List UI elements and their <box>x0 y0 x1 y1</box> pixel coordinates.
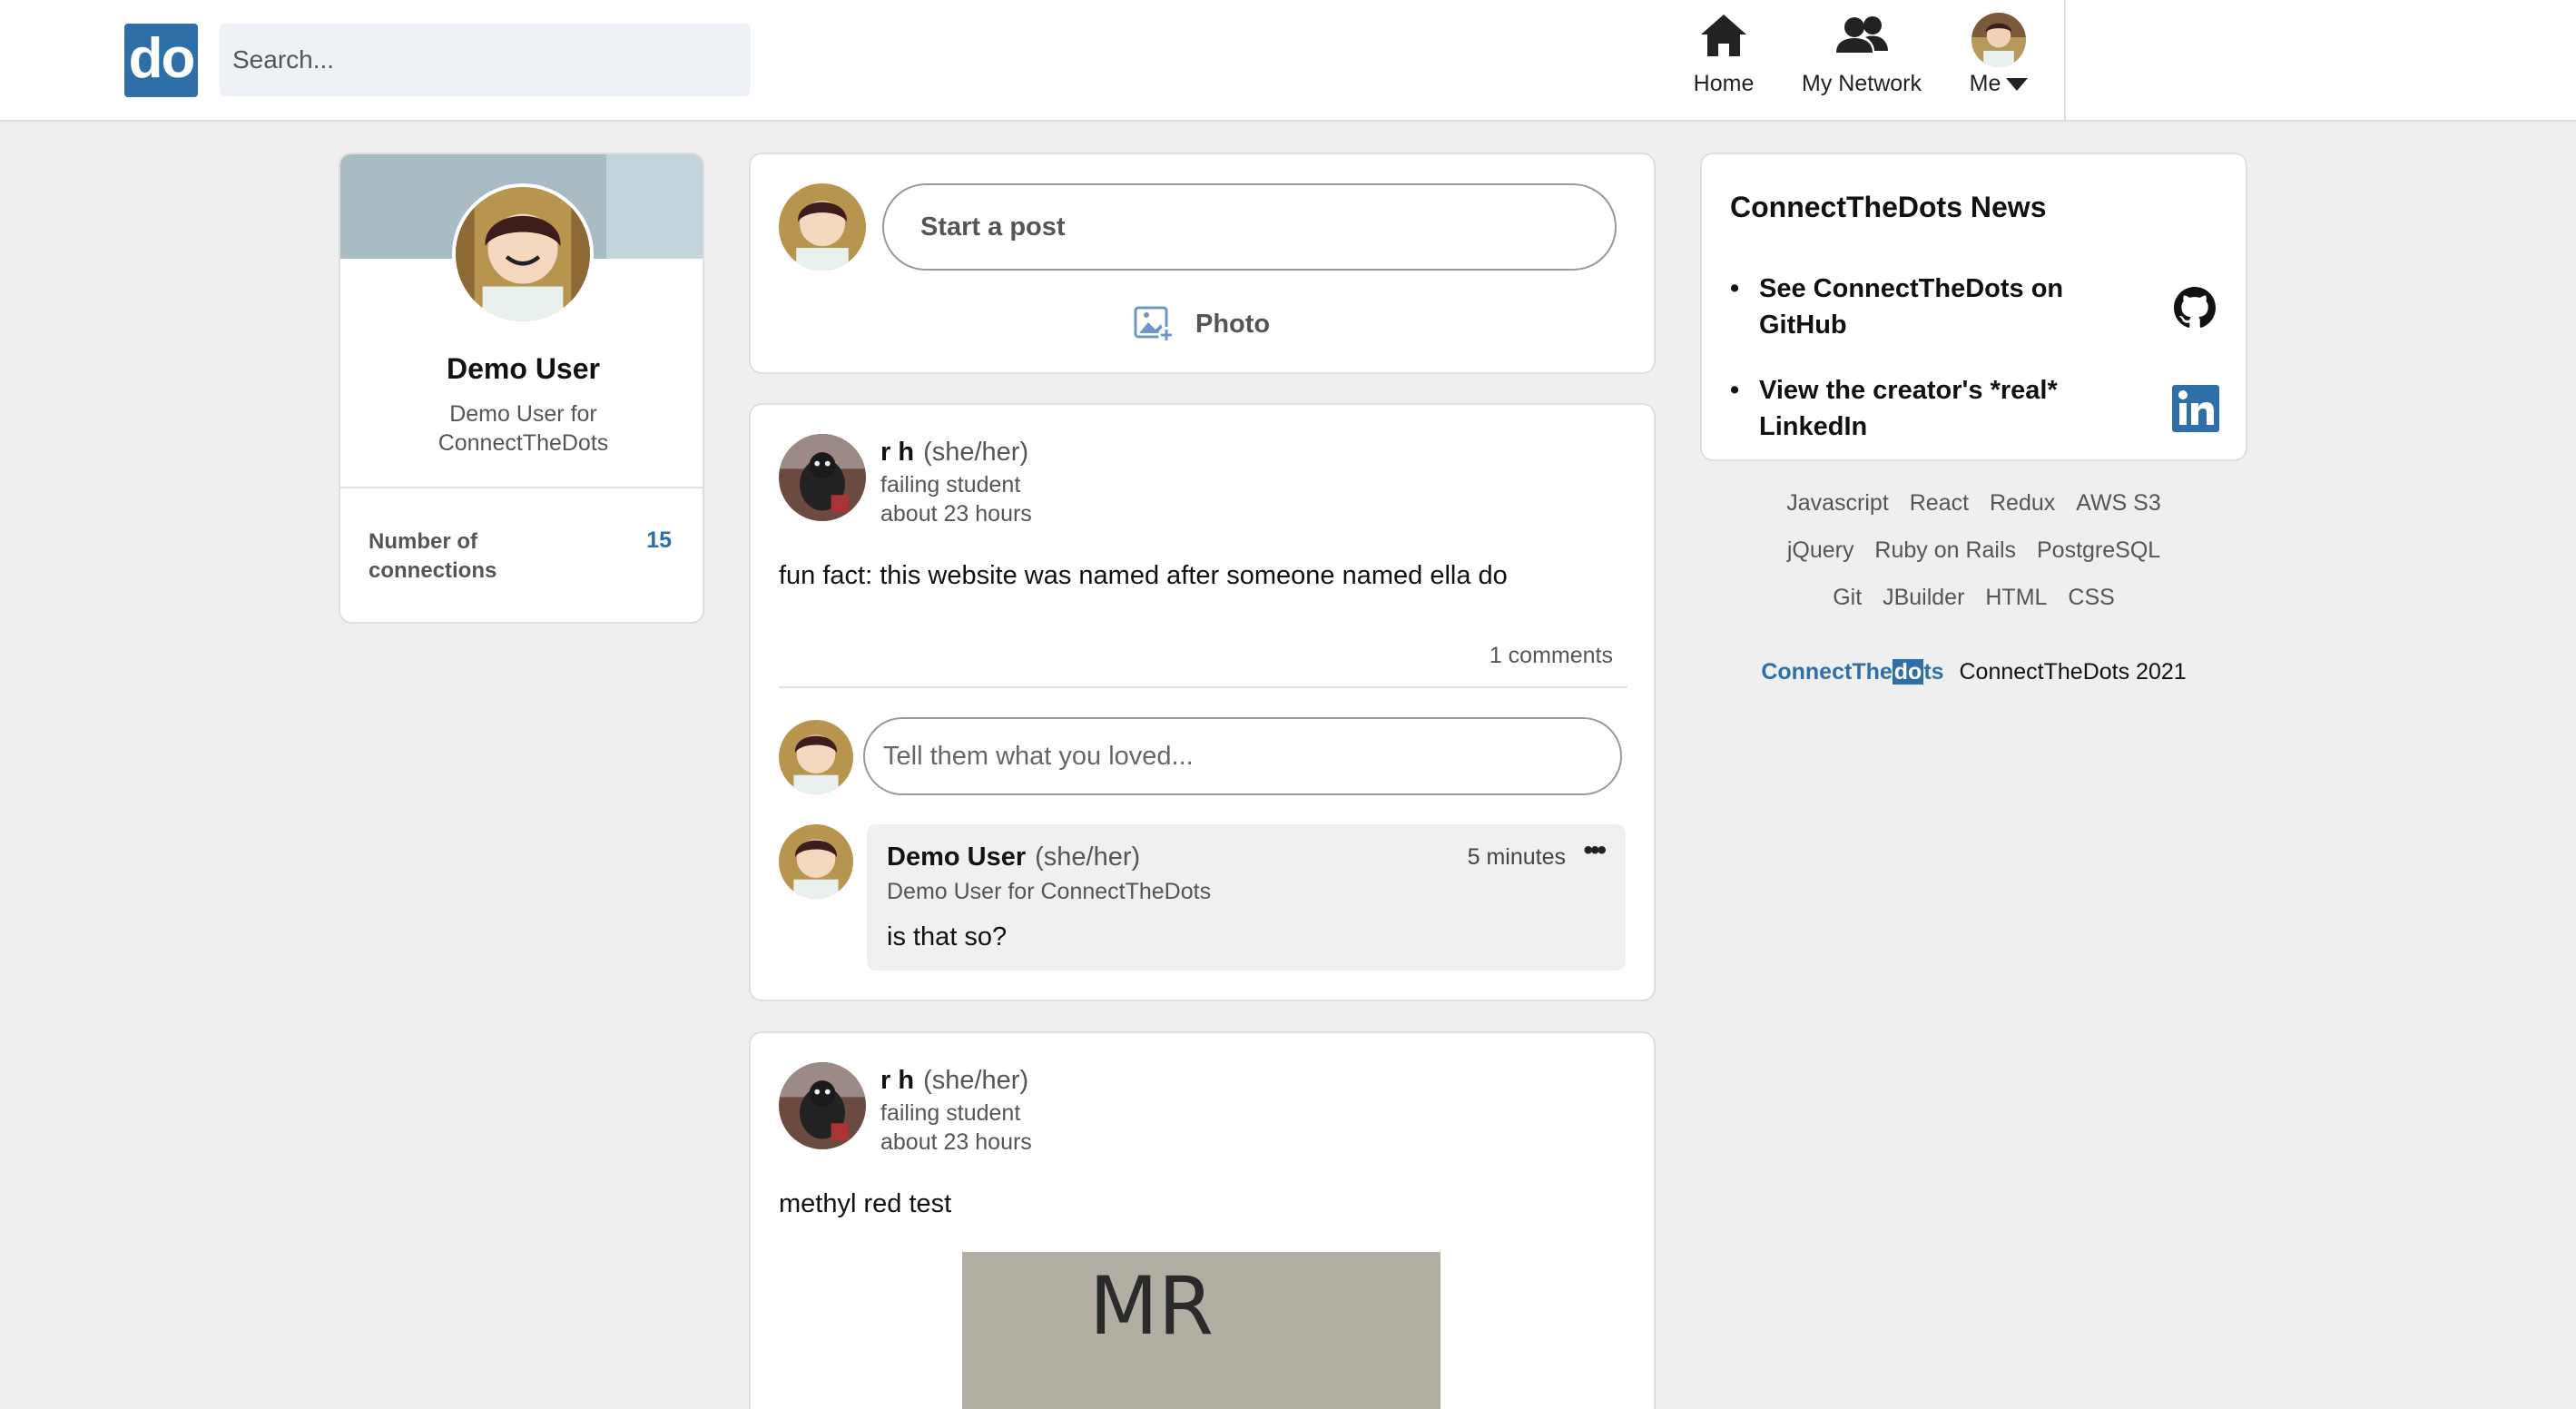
divider <box>779 686 1627 688</box>
post-card: r h (she/her) failing student about 23 ho… <box>749 1031 1656 1409</box>
tech-tag: CSS <box>2068 585 2115 610</box>
author-pronouns: (she/her) <box>923 1066 1029 1095</box>
post-body: methyl red test <box>779 1189 952 1218</box>
connections-count[interactable]: 15 <box>646 527 672 554</box>
post-time: about 23 hours <box>880 1129 1032 1155</box>
comment-input[interactable] <box>863 717 1622 795</box>
footer: ConnectThedots ConnectTheDots 2021 <box>1700 659 2247 685</box>
comment-time: 5 minutes <box>1467 844 1566 870</box>
commenter-name[interactable]: Demo User (she/her) <box>887 842 1140 872</box>
comment-bubble: Demo User (she/her) Demo User for Connect… <box>867 824 1626 971</box>
tech-tag: AWS S3 <box>2076 490 2161 516</box>
profile-avatar[interactable] <box>452 183 594 325</box>
tech-tag: React <box>1909 490 1970 516</box>
author-name[interactable]: r h (she/her) <box>880 1066 1028 1096</box>
search-input[interactable] <box>220 24 751 96</box>
commenter-avatar[interactable] <box>779 824 853 899</box>
news-link-github[interactable]: See ConnectTheDots on GitHub <box>1730 271 2111 343</box>
profile-card: Demo User Demo User for ConnectTheDots N… <box>339 153 704 624</box>
nav-me-label: Me <box>1969 71 2001 96</box>
divider <box>340 487 703 488</box>
comments-count[interactable]: 1 comments <box>1490 643 1613 669</box>
linkedin-icon[interactable] <box>2172 385 2219 437</box>
nav-me-dropdown[interactable]: Me <box>1962 13 2035 109</box>
more-options-icon[interactable]: ••• <box>1583 835 1606 866</box>
author-avatar[interactable] <box>779 1062 866 1149</box>
caret-down-icon <box>2006 78 2029 92</box>
comment-text: is that so? <box>887 922 1008 951</box>
avatar <box>779 183 866 271</box>
top-nav-bar: do Home My Network Me <box>0 0 2576 122</box>
home-icon <box>1701 15 1746 56</box>
avatar <box>1971 13 2026 67</box>
author-headline: failing student <box>880 472 1021 498</box>
post-image[interactable]: MR <box>962 1252 1440 1409</box>
author-pronouns: (she/her) <box>923 438 1029 467</box>
post-body: fun fact: this website was named after s… <box>779 561 1508 590</box>
post-image-handwriting: MR <box>1089 1259 1214 1353</box>
start-post-card: Start a post Photo <box>749 153 1656 374</box>
nav-home[interactable]: Home <box>1690 13 1757 109</box>
profile-name[interactable]: Demo User <box>340 352 703 386</box>
nav-my-network[interactable]: My Network <box>1794 13 1930 109</box>
people-icon <box>1836 16 1888 53</box>
post-card: r h (she/her) failing student about 23 ho… <box>749 403 1656 1001</box>
nav-my-network-label: My Network <box>1802 71 1922 96</box>
author-avatar[interactable] <box>779 434 866 521</box>
tech-tags-row-2: jQuery Ruby on Rails PostgreSQL <box>1700 537 2247 564</box>
news-card: ConnectTheDots News See ConnectTheDots o… <box>1700 153 2247 461</box>
tech-tag: Git <box>1833 585 1863 610</box>
footer-logo: ConnectThedots <box>1761 659 1944 685</box>
avatar <box>779 720 853 794</box>
tech-tag: Javascript <box>1786 490 1889 516</box>
connections-label: Number of connections <box>369 529 497 583</box>
tech-tag: PostgreSQL <box>2037 537 2161 563</box>
logo[interactable]: do <box>124 24 198 97</box>
footer-copyright: ConnectTheDots 2021 <box>1959 659 2187 685</box>
commenter-pronouns: (she/her) <box>1035 842 1141 872</box>
photo-label: Photo <box>1195 309 1271 339</box>
tech-tags-row-3: Git JBuilder HTML CSS <box>1700 585 2247 611</box>
news-link-linkedin[interactable]: View the creator's *real* LinkedIn <box>1730 372 2111 445</box>
header-divider <box>2064 0 2066 122</box>
add-photo-icon <box>1134 306 1175 343</box>
tech-tag: Ruby on Rails <box>1874 537 2017 563</box>
start-post-button[interactable]: Start a post <box>882 183 1617 271</box>
github-icon[interactable] <box>2174 287 2216 333</box>
photo-button[interactable]: Photo <box>1134 301 1270 347</box>
tech-tag: jQuery <box>1786 537 1854 563</box>
tech-tag: HTML <box>1985 585 2048 610</box>
nav-home-label: Home <box>1693 71 1755 96</box>
post-time: about 23 hours <box>880 501 1032 527</box>
profile-headline: Demo User for ConnectTheDots <box>438 401 609 456</box>
author-name[interactable]: r h (she/her) <box>880 438 1028 468</box>
author-headline: failing student <box>880 1100 1021 1126</box>
news-title: ConnectTheDots News <box>1730 191 2047 223</box>
tech-tag: JBuilder <box>1883 585 1965 610</box>
tech-tag: Redux <box>1990 490 2056 516</box>
commenter-headline: Demo User for ConnectTheDots <box>887 879 1212 904</box>
tech-tags-row-1: Javascript React Redux AWS S3 <box>1700 490 2247 517</box>
